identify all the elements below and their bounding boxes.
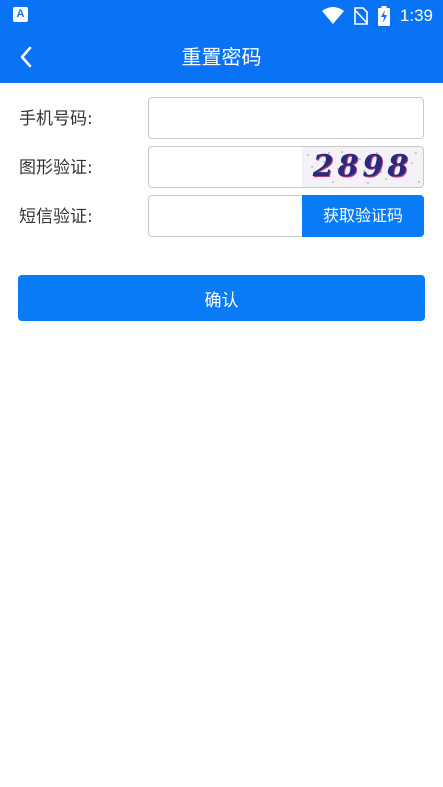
status-icons: 1:39 [321, 0, 433, 31]
phone-row: 手机号码: [0, 97, 443, 141]
battery-charging-icon [377, 5, 390, 26]
wifi-icon [321, 6, 344, 24]
captcha-label: 图形验证: [19, 158, 93, 178]
sms-label: 短信验证: [19, 207, 93, 227]
phone-input[interactable] [148, 97, 424, 139]
captcha-row: 图形验证: 2898 [0, 146, 443, 190]
status-time: 1:39 [399, 5, 433, 25]
captcha-image[interactable]: 2898 [302, 147, 423, 187]
phone-label: 手机号码: [19, 109, 93, 129]
no-sim-icon [353, 6, 368, 25]
confirm-button[interactable]: 确认 [18, 275, 425, 321]
get-sms-code-button[interactable]: 获取验证码 [302, 195, 424, 237]
captcha-text: 2898 [312, 149, 413, 184]
app-notification-icon: A [13, 7, 28, 22]
sms-row: 短信验证: 获取验证码 [0, 195, 443, 239]
status-bar: A 1:39 [0, 0, 443, 31]
page-title: 重置密码 [181, 45, 262, 69]
app-bar: 重置密码 [0, 31, 443, 83]
